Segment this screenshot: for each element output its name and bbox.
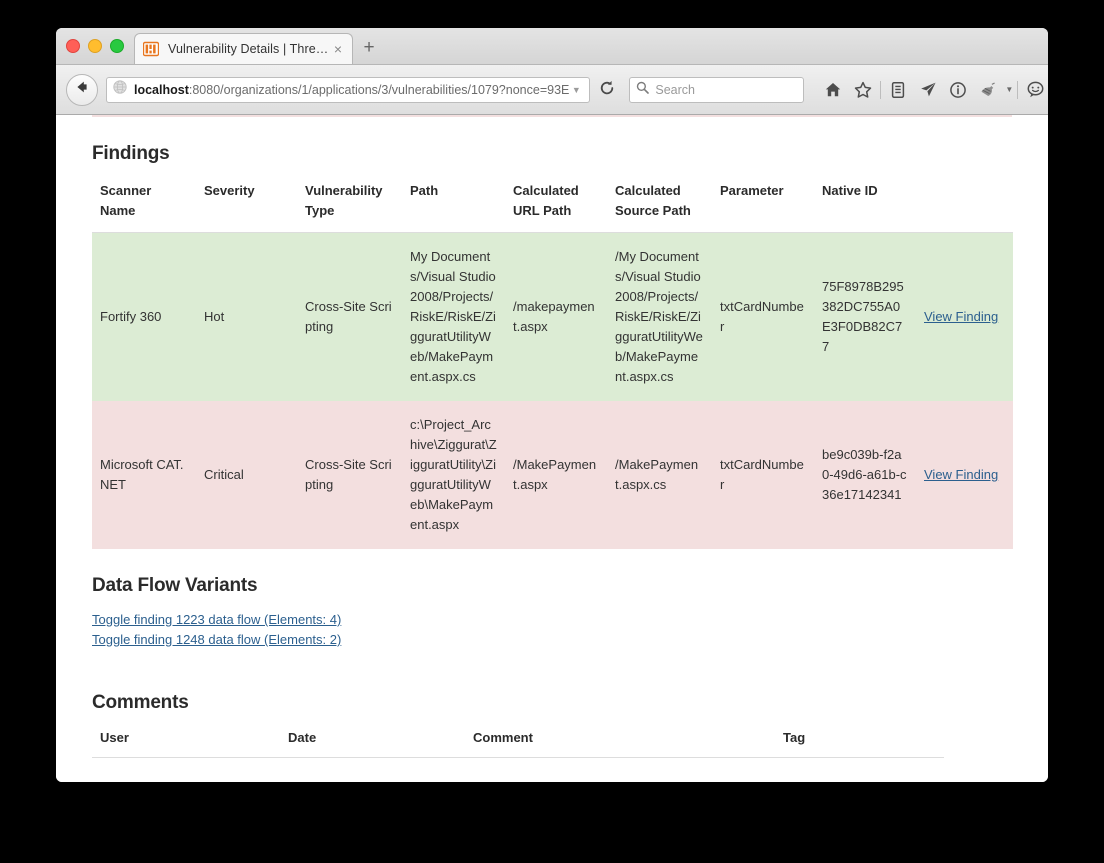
chat-bubble-icon[interactable] [1020, 75, 1048, 105]
cell-path: c:\Project_Archive\Ziggurat\ZigguratUtil… [402, 401, 505, 549]
bookmark-star-icon[interactable] [848, 75, 878, 105]
url-text: localhost:8080/organizations/1/applicati… [134, 83, 569, 97]
findings-heading: Findings [92, 143, 170, 164]
data-flow-variants-heading: Data Flow Variants [92, 575, 258, 596]
column-header-comment: Comment [465, 730, 775, 758]
library-icon[interactable] [883, 75, 913, 105]
send-paper-plane-icon[interactable] [913, 75, 943, 105]
tab-strip: Vulnerability Details | Threa... × + [56, 28, 1048, 65]
cell-native-id: 75F8978B295382DC755A0E3F0DB82C77 [814, 232, 916, 401]
findings-header-row: Scanner Name Severity Vulnerability Type… [92, 181, 1013, 233]
arrow-left-icon [74, 79, 90, 100]
column-header-parameter: Parameter [712, 181, 814, 233]
url-path: :8080/organizations/1/applications/3/vul… [188, 82, 570, 97]
toolbar-divider [1017, 80, 1019, 99]
browser-window: Vulnerability Details | Threa... × + loc… [56, 28, 1048, 782]
cell-calculated-url-path: /makepayment.aspx [505, 232, 607, 401]
table-row: Microsoft CAT.NET Critical Cross-Site Sc… [92, 401, 1013, 549]
view-finding-link[interactable]: View Finding [924, 309, 998, 324]
cell-actions: View Finding [916, 401, 1013, 549]
search-input[interactable]: Search [629, 76, 805, 103]
view-finding-link[interactable]: View Finding [924, 467, 998, 482]
cell-path: My Documents/Visual Studio 2008/Projects… [402, 232, 505, 401]
reload-icon [599, 80, 615, 100]
column-header-tag: Tag [775, 730, 944, 758]
globe-icon [113, 80, 128, 99]
cell-native-id: be9c039b-f2a0-49d6-a61b-c36e17142341 [814, 401, 916, 549]
findings-table: Scanner Name Severity Vulnerability Type… [92, 181, 1013, 549]
toolbar-icons: ▼ [818, 75, 1048, 105]
navigation-toolbar: localhost:8080/organizations/1/applicati… [56, 65, 1048, 115]
tab-title: Vulnerability Details | Threa... [168, 42, 330, 56]
column-header-severity: Severity [196, 181, 297, 233]
plugin-icon[interactable] [973, 75, 1003, 105]
column-header-date: Date [280, 730, 465, 758]
url-host: localhost [134, 82, 189, 97]
cell-scanner-name: Microsoft CAT.NET [92, 401, 196, 549]
cell-vulnerability-type: Cross-Site Scripting [297, 232, 402, 401]
page-viewport: Findings Scanner Name Severity Vulnerabi… [56, 115, 1048, 782]
column-header-native-id: Native ID [814, 181, 916, 233]
home-icon[interactable] [818, 75, 848, 105]
cell-actions: View Finding [916, 232, 1013, 401]
column-header-user: User [92, 730, 280, 758]
column-header-actions [916, 181, 1013, 233]
back-button[interactable] [66, 73, 98, 106]
page-content: Findings Scanner Name Severity Vulnerabi… [56, 117, 1048, 758]
cell-parameter: txtCardNumber [712, 232, 814, 401]
cell-severity: Critical [196, 401, 297, 549]
window-controls [66, 39, 124, 53]
toggle-data-flow-link-1248[interactable]: Toggle finding 1248 data flow (Elements:… [92, 630, 1012, 650]
cell-severity: Hot [196, 232, 297, 401]
cell-vulnerability-type: Cross-Site Scripting [297, 401, 402, 549]
new-tab-button[interactable]: + [358, 38, 380, 60]
reload-button[interactable] [596, 80, 618, 100]
column-header-calculated-url-path: Calculated URL Path [505, 181, 607, 233]
comments-header-row: User Date Comment Tag [92, 730, 944, 758]
cell-calculated-source-path: /MakePayment.aspx.cs [607, 401, 712, 549]
info-circle-icon[interactable] [943, 75, 973, 105]
zoom-button[interactable] [110, 39, 124, 53]
column-header-vulnerability-type: Vulnerability Type [297, 181, 402, 233]
comments-heading: Comments [92, 692, 189, 713]
table-row: Fortify 360 Hot Cross-Site Scripting My … [92, 232, 1013, 401]
column-header-scanner-name: Scanner Name [92, 181, 196, 233]
cell-calculated-url-path: /MakePayment.aspx [505, 401, 607, 549]
minimize-button[interactable] [88, 39, 102, 53]
url-bar[interactable]: localhost:8080/organizations/1/applicati… [106, 76, 591, 103]
search-placeholder: Search [655, 82, 695, 97]
toggle-data-flow-link-1223[interactable]: Toggle finding 1223 data flow (Elements:… [92, 610, 1012, 630]
data-flow-variants-links: Toggle finding 1223 data flow (Elements:… [92, 610, 1012, 650]
browser-tab[interactable]: Vulnerability Details | Threa... × [134, 33, 353, 64]
column-header-calculated-source-path: Calculated Source Path [607, 181, 712, 233]
close-icon[interactable]: × [330, 42, 346, 56]
chevron-down-icon[interactable]: ▼ [1003, 76, 1015, 104]
search-icon [636, 81, 650, 99]
toolbar-divider [880, 80, 882, 99]
column-header-path: Path [402, 181, 505, 233]
cell-scanner-name: Fortify 360 [92, 232, 196, 401]
chevron-down-icon[interactable]: ▼ [569, 85, 583, 95]
cell-calculated-source-path: /My Documents/Visual Studio 2008/Project… [607, 232, 712, 401]
threadfix-logo-icon [142, 41, 160, 57]
comments-table: User Date Comment Tag [92, 730, 944, 758]
cell-parameter: txtCardNumber [712, 401, 814, 549]
close-button[interactable] [66, 39, 80, 53]
